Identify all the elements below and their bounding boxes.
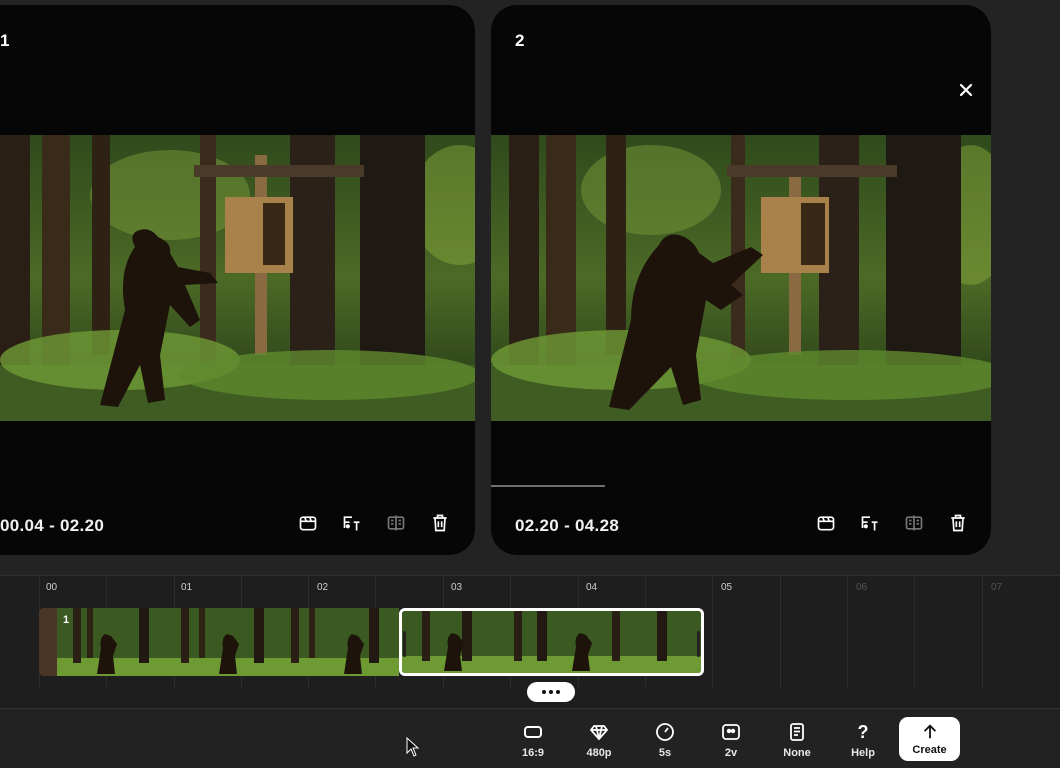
clapperboard-button[interactable] [297,512,319,534]
timeline-clip-2-selected[interactable] [399,608,704,676]
mouse-cursor-icon [406,737,420,757]
video-editor: 1 00.04 - 02.20 2 02.20 - 04.28 00 01 02… [0,0,1060,768]
ruler-mark: 02 [317,582,329,593]
resolution-button[interactable]: 480p [571,722,627,759]
variations-label: 2v [724,747,738,759]
compare-button[interactable] [903,512,925,534]
svg-text:?: ? [858,722,869,742]
timeline-grid-line [914,576,915,688]
timeline-grid-line [847,576,848,688]
duration-button[interactable]: 5s [637,722,693,759]
clip-number: 1 [0,31,10,50]
forest-bear-scene [491,135,991,421]
help-label: Help [851,747,875,759]
close-icon [959,83,973,97]
clip-actions [815,512,969,534]
compare-icon [387,515,405,531]
ruler-mark: 00 [46,582,58,593]
playback-progress [491,485,605,487]
trim-handle-right[interactable] [697,631,700,657]
clip-preview-image[interactable] [491,135,991,421]
clip-actions [297,512,451,534]
timeline-grid-line [982,576,983,688]
aspect-ratio-icon [524,726,542,738]
variations-icon [722,724,740,740]
timeline-grid-line [780,576,781,688]
ruler-mark: 04 [586,582,598,593]
help-button[interactable]: ? Help [835,722,891,759]
create-button[interactable]: Create [899,717,960,761]
clip-thumbnails [402,611,701,673]
aspect-ratio-button[interactable]: 16:9 [505,722,561,759]
text-to-speech-button[interactable] [341,512,363,534]
ruler-mark: 01 [181,582,193,593]
trim-handle-left[interactable] [403,631,406,657]
document-icon [790,723,804,741]
timeline-grid-line [712,576,713,688]
delete-button[interactable] [429,512,451,534]
forest-bear-scene [0,135,475,421]
timer-icon [656,723,674,741]
duration-label: 5s [658,747,672,759]
timeline-clip-label: 1 [63,614,70,626]
clip-card-2[interactable]: 2 02.20 - 04.28 [491,5,991,555]
ruler-mark: 07 [991,582,1003,593]
compare-icon [905,515,923,531]
clip-time-range: 00.04 - 02.20 [0,516,105,535]
clip-card-1[interactable]: 1 00.04 - 02.20 [0,5,475,555]
timeline-clip-1[interactable]: 1 [39,608,399,676]
clapperboard-icon [299,516,317,531]
preset-label: None [783,747,811,759]
trash-icon [433,514,447,532]
clip-number: 2 [515,31,525,50]
arrow-up-icon [923,723,936,738]
clapperboard-icon [817,516,835,531]
resolution-label: 480p [586,747,612,759]
preset-button[interactable]: None [769,722,825,759]
trash-icon [951,514,965,532]
variations-button[interactable]: 2v [703,722,759,759]
diamond-icon [589,725,609,741]
clip-preview-image[interactable] [0,135,475,421]
more-options-button[interactable] [527,682,575,702]
ruler-mark: 05 [721,582,733,593]
ruler-mark: 06 [856,582,868,593]
question-icon: ? [858,722,869,742]
clip-time-range: 02.20 - 04.28 [515,516,620,535]
clapperboard-button[interactable] [815,512,837,534]
aspect-ratio-label: 16:9 [521,747,545,759]
text-to-speech-icon [861,516,878,531]
close-button[interactable] [957,81,975,99]
delete-button[interactable] [947,512,969,534]
compare-button[interactable] [385,512,407,534]
text-to-speech-icon [343,516,360,531]
ruler-mark: 03 [451,582,463,593]
create-label: Create [912,743,947,756]
text-to-speech-button[interactable] [859,512,881,534]
clip-thumbnails [39,608,399,676]
generation-toolbar: 16:9 480p 5s 2v None ? Help Create [0,708,1060,768]
